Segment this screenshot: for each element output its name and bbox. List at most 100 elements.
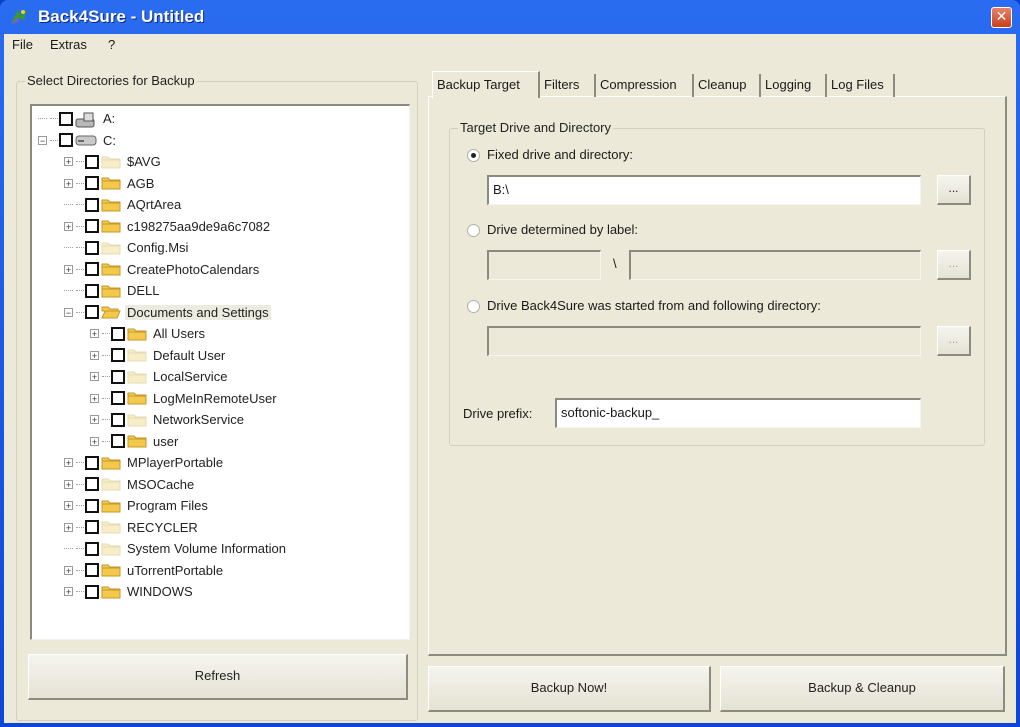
tree-node[interactable]: + LocalService [90,366,229,387]
tab-backup-target[interactable]: Backup Target [432,71,540,98]
close-button[interactable]: ✕ [991,7,1012,28]
tree-node-checkbox[interactable] [85,305,99,319]
drive-label-input[interactable] [487,250,601,280]
radio-started-drive-label[interactable]: Drive Back4Sure was started from and fol… [487,298,821,313]
collapse-icon[interactable]: − [64,307,73,317]
tree-node-checkbox[interactable] [85,262,99,276]
label-directory-input[interactable] [629,250,921,280]
tree-node-label[interactable]: Documents and Settings [125,304,271,320]
tree-node[interactable]: + Program Files [64,495,210,516]
tree-node-label[interactable]: Config.Msi [125,240,190,255]
expand-icon[interactable]: + [64,587,73,597]
tree-node-label[interactable]: All Users [151,326,207,341]
tree-node-label[interactable]: MPlayerPortable [125,455,225,470]
menu-file[interactable]: File [12,37,33,52]
tree-node[interactable]: + NetworkService [90,409,246,430]
radio-drive-by-label-label[interactable]: Drive determined by label: [487,222,638,237]
tree-node[interactable]: + RECYCLER [64,517,200,538]
tree-node-label[interactable]: AQrtArea [125,197,183,212]
tree-node-checkbox[interactable] [59,133,73,147]
expand-icon[interactable]: + [90,436,99,446]
tree-node-label[interactable]: LogMeInRemoteUser [151,391,279,406]
backup-now-button[interactable]: Backup Now! [428,666,711,712]
expand-icon[interactable]: + [64,221,73,231]
tree-node-checkbox[interactable] [85,455,99,470]
expand-icon[interactable]: + [64,178,73,188]
radio-fixed-drive-label[interactable]: Fixed drive and directory: [487,147,633,162]
tab-log-files[interactable]: Log Files [827,74,895,97]
expand-icon[interactable]: + [64,458,73,468]
browse-label-directory-button[interactable]: ... [937,250,971,280]
tree-node[interactable]: + CreatePhotoCalendars [64,259,261,280]
tree-node-label[interactable]: c198275aa9de9a6c7082 [125,219,272,234]
tree-node-checkbox[interactable] [85,197,99,212]
tree-node[interactable]: DELL [64,280,162,301]
radio-fixed-drive[interactable] [467,149,480,162]
tree-node[interactable]: + MPlayerPortable [64,452,225,473]
tree-node-label[interactable]: AGB [125,176,156,191]
tree-node-checkbox[interactable] [111,326,125,341]
tree-node[interactable]: + user [90,431,180,452]
tree-node-checkbox[interactable] [111,434,125,448]
tree-node[interactable]: + LogMeInRemoteUser [90,388,279,409]
browse-started-directory-button[interactable]: ... [937,326,971,356]
tree-node-checkbox[interactable] [85,176,99,190]
tree-node-label[interactable]: $AVG [125,154,163,169]
started-directory-input[interactable] [487,326,921,356]
tree-node-label[interactable]: Program Files [125,498,210,513]
tree-node-checkbox[interactable] [85,219,99,233]
tree-node-checkbox[interactable] [85,283,99,298]
tree-node-label[interactable]: CreatePhotoCalendars [125,262,261,277]
backup-cleanup-button[interactable]: Backup & Cleanup [720,666,1005,712]
expand-icon[interactable]: + [64,264,73,274]
tree-node[interactable]: + AGB [64,173,156,194]
tree-node-label[interactable]: MSOCache [125,477,196,492]
tree-node[interactable]: + All Users [90,323,207,344]
tab-logging[interactable]: Logging [761,74,827,97]
tree-node[interactable]: + WINDOWS [64,581,195,602]
radio-started-drive[interactable] [467,300,480,313]
tree-node[interactable]: + MSOCache [64,474,196,495]
directory-tree[interactable]: A: − C: + $AVG + AGB AQrtArea + c198275aa9de9a6c7… [30,104,410,640]
tree-node-checkbox[interactable] [85,498,99,513]
expand-icon[interactable]: + [90,329,99,339]
tree-node-checkbox[interactable] [111,348,125,362]
tree-node-checkbox[interactable] [111,391,125,405]
menu-extras[interactable]: Extras [50,37,87,52]
tree-node-label[interactable]: LocalService [151,369,229,384]
expand-icon[interactable]: + [90,372,99,382]
tree-node-label[interactable]: A: [101,111,117,126]
tree-node-checkbox[interactable] [85,520,99,534]
tab-cleanup[interactable]: Cleanup [694,74,761,97]
expand-icon[interactable]: + [64,479,73,489]
tree-node[interactable]: + Default User [90,345,227,366]
tree-node[interactable]: − Documents and Settings [64,302,271,323]
tree-node-checkbox[interactable] [85,477,99,491]
tab-compression[interactable]: Compression [596,74,694,97]
tree-node-label[interactable]: uTorrentPortable [125,563,225,578]
menu-help[interactable]: ? [108,37,115,52]
refresh-button[interactable]: Refresh [28,654,408,700]
tree-node-checkbox[interactable] [111,412,125,427]
tree-node-label[interactable]: WINDOWS [125,584,195,599]
expand-icon[interactable]: + [90,415,99,425]
expand-icon[interactable]: + [64,157,73,167]
tree-node[interactable]: AQrtArea [64,194,183,215]
tree-node-checkbox[interactable] [59,111,73,126]
tree-node-label[interactable]: user [151,434,180,449]
tab-filters[interactable]: Filters [540,74,596,97]
tree-node[interactable]: − C: [38,130,118,151]
tree-node[interactable]: Config.Msi [64,237,190,258]
tree-node[interactable]: + uTorrentPortable [64,560,225,581]
expand-icon[interactable]: + [64,501,73,511]
radio-drive-by-label[interactable] [467,224,480,237]
tree-node-checkbox[interactable] [85,563,99,577]
collapse-icon[interactable]: − [38,135,47,145]
tree-node-label[interactable]: System Volume Information [125,541,288,556]
expand-icon[interactable]: + [64,522,73,532]
expand-icon[interactable]: + [90,350,99,360]
tree-node-label[interactable]: Default User [151,348,227,363]
tree-node-label[interactable]: RECYCLER [125,520,200,535]
tree-node[interactable]: System Volume Information [64,538,288,559]
drive-prefix-input[interactable]: softonic-backup_ [555,398,921,428]
